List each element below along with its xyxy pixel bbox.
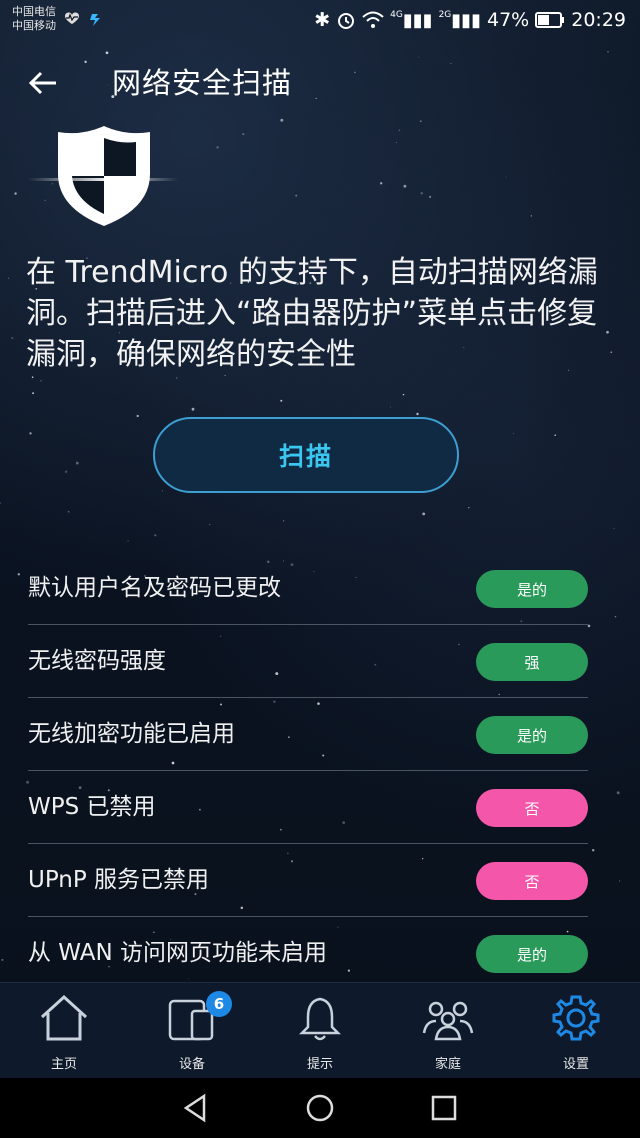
battery-percent: 47% xyxy=(487,9,530,31)
carrier-info: 中国电信 中国移动 xyxy=(12,5,56,33)
scan-results-list: 默认用户名及密码已更改 是的 无线密码强度强无线加密功能已启用 是的 WPS 已禁用否 U… xyxy=(28,552,588,989)
devices-badge: 6 xyxy=(206,991,232,1017)
result-row: UPnP 服务已禁用 否 xyxy=(28,844,588,917)
nav-family[interactable]: 家庭 xyxy=(384,983,512,1079)
nav-alerts[interactable]: 提示 xyxy=(256,983,384,1079)
result-status-badge[interactable]: 否 xyxy=(476,862,588,900)
result-label: 无线加密功能已启用 xyxy=(28,721,235,747)
result-label: WPS 已禁用 xyxy=(28,794,156,820)
nav-label-devices: 设备 xyxy=(178,1057,205,1072)
result-status-badge[interactable]: 是的 xyxy=(476,716,588,754)
result-status-badge[interactable]: 是的 xyxy=(476,935,588,973)
scan-description: 在 TrendMicro 的支持下，自动扫描网络漏洞。扫描后进入“路由器防护”菜… xyxy=(26,255,598,372)
nav-label-alerts: 提示 xyxy=(306,1057,333,1072)
result-label: 无线密码强度 xyxy=(28,648,166,674)
wifi-icon xyxy=(362,11,384,28)
nav-devices[interactable]: 6 设备 xyxy=(128,983,256,1079)
home-icon xyxy=(40,994,88,1041)
bluetooth-icon: ✱ xyxy=(314,9,331,31)
result-label: UPnP 服务已禁用 xyxy=(28,867,210,893)
status-bar: 中国电信 中国移动 ✱ 4G▮▮▮ 2G▮▮▮ 47% 20:29 xyxy=(0,0,640,40)
nav-home[interactable]: 主页 xyxy=(0,983,128,1079)
alarm-icon xyxy=(338,13,355,29)
carrier-2: 中国移动 xyxy=(12,19,56,32)
nav-settings[interactable]: 设置 xyxy=(512,983,640,1079)
result-row: WPS 已禁用 否 xyxy=(28,771,588,844)
app-header: 网络安全扫描 xyxy=(0,50,640,114)
family-icon xyxy=(422,1001,474,1041)
result-status-badge[interactable]: 否 xyxy=(476,789,588,827)
result-status-badge[interactable]: 是的 xyxy=(476,570,588,608)
result-label: 默认用户名及密码已更改 xyxy=(28,575,281,601)
home-circle-icon[interactable] xyxy=(304,1092,336,1124)
bottom-navigation: 主页 6 设备 提示 家庭 设置 xyxy=(0,982,640,1079)
result-row: 无线加密功能已启用 是的 xyxy=(28,698,588,771)
result-row: 从 WAN 访问网页功能未启用 是的 xyxy=(28,917,588,989)
clock: 20:29 xyxy=(571,9,626,31)
nav-label-settings: 设置 xyxy=(562,1057,589,1072)
back-arrow-icon[interactable] xyxy=(26,66,60,100)
result-row: 默认用户名及密码已更改 是的 xyxy=(28,552,588,625)
battery-icon xyxy=(535,12,565,28)
result-label: 从 WAN 访问网页功能未启用 xyxy=(28,940,328,966)
scan-button[interactable]: 扫描 xyxy=(153,417,459,493)
result-row: 无线密码强度 强 xyxy=(28,625,588,698)
recent-apps-icon[interactable] xyxy=(428,1092,460,1124)
result-status-badge[interactable]: 强 xyxy=(476,643,588,681)
health-sync-icon xyxy=(65,12,100,26)
page-title: 网络安全扫描 xyxy=(112,66,293,100)
back-triangle-icon[interactable] xyxy=(180,1092,212,1124)
shield-icon xyxy=(28,126,178,226)
network-type-1: 4G▮▮▮ xyxy=(390,9,433,31)
bell-icon xyxy=(298,997,342,1041)
gear-icon xyxy=(552,995,600,1041)
system-navigation-bar xyxy=(0,1078,640,1138)
nav-label-family: 家庭 xyxy=(434,1057,461,1072)
network-type-2: 2G▮▮▮ xyxy=(438,9,481,31)
nav-label-home: 主页 xyxy=(50,1057,77,1072)
status-icons: ✱ 4G▮▮▮ 2G▮▮▮ 47% 20:29 xyxy=(314,6,626,34)
carrier-1: 中国电信 xyxy=(12,5,56,18)
